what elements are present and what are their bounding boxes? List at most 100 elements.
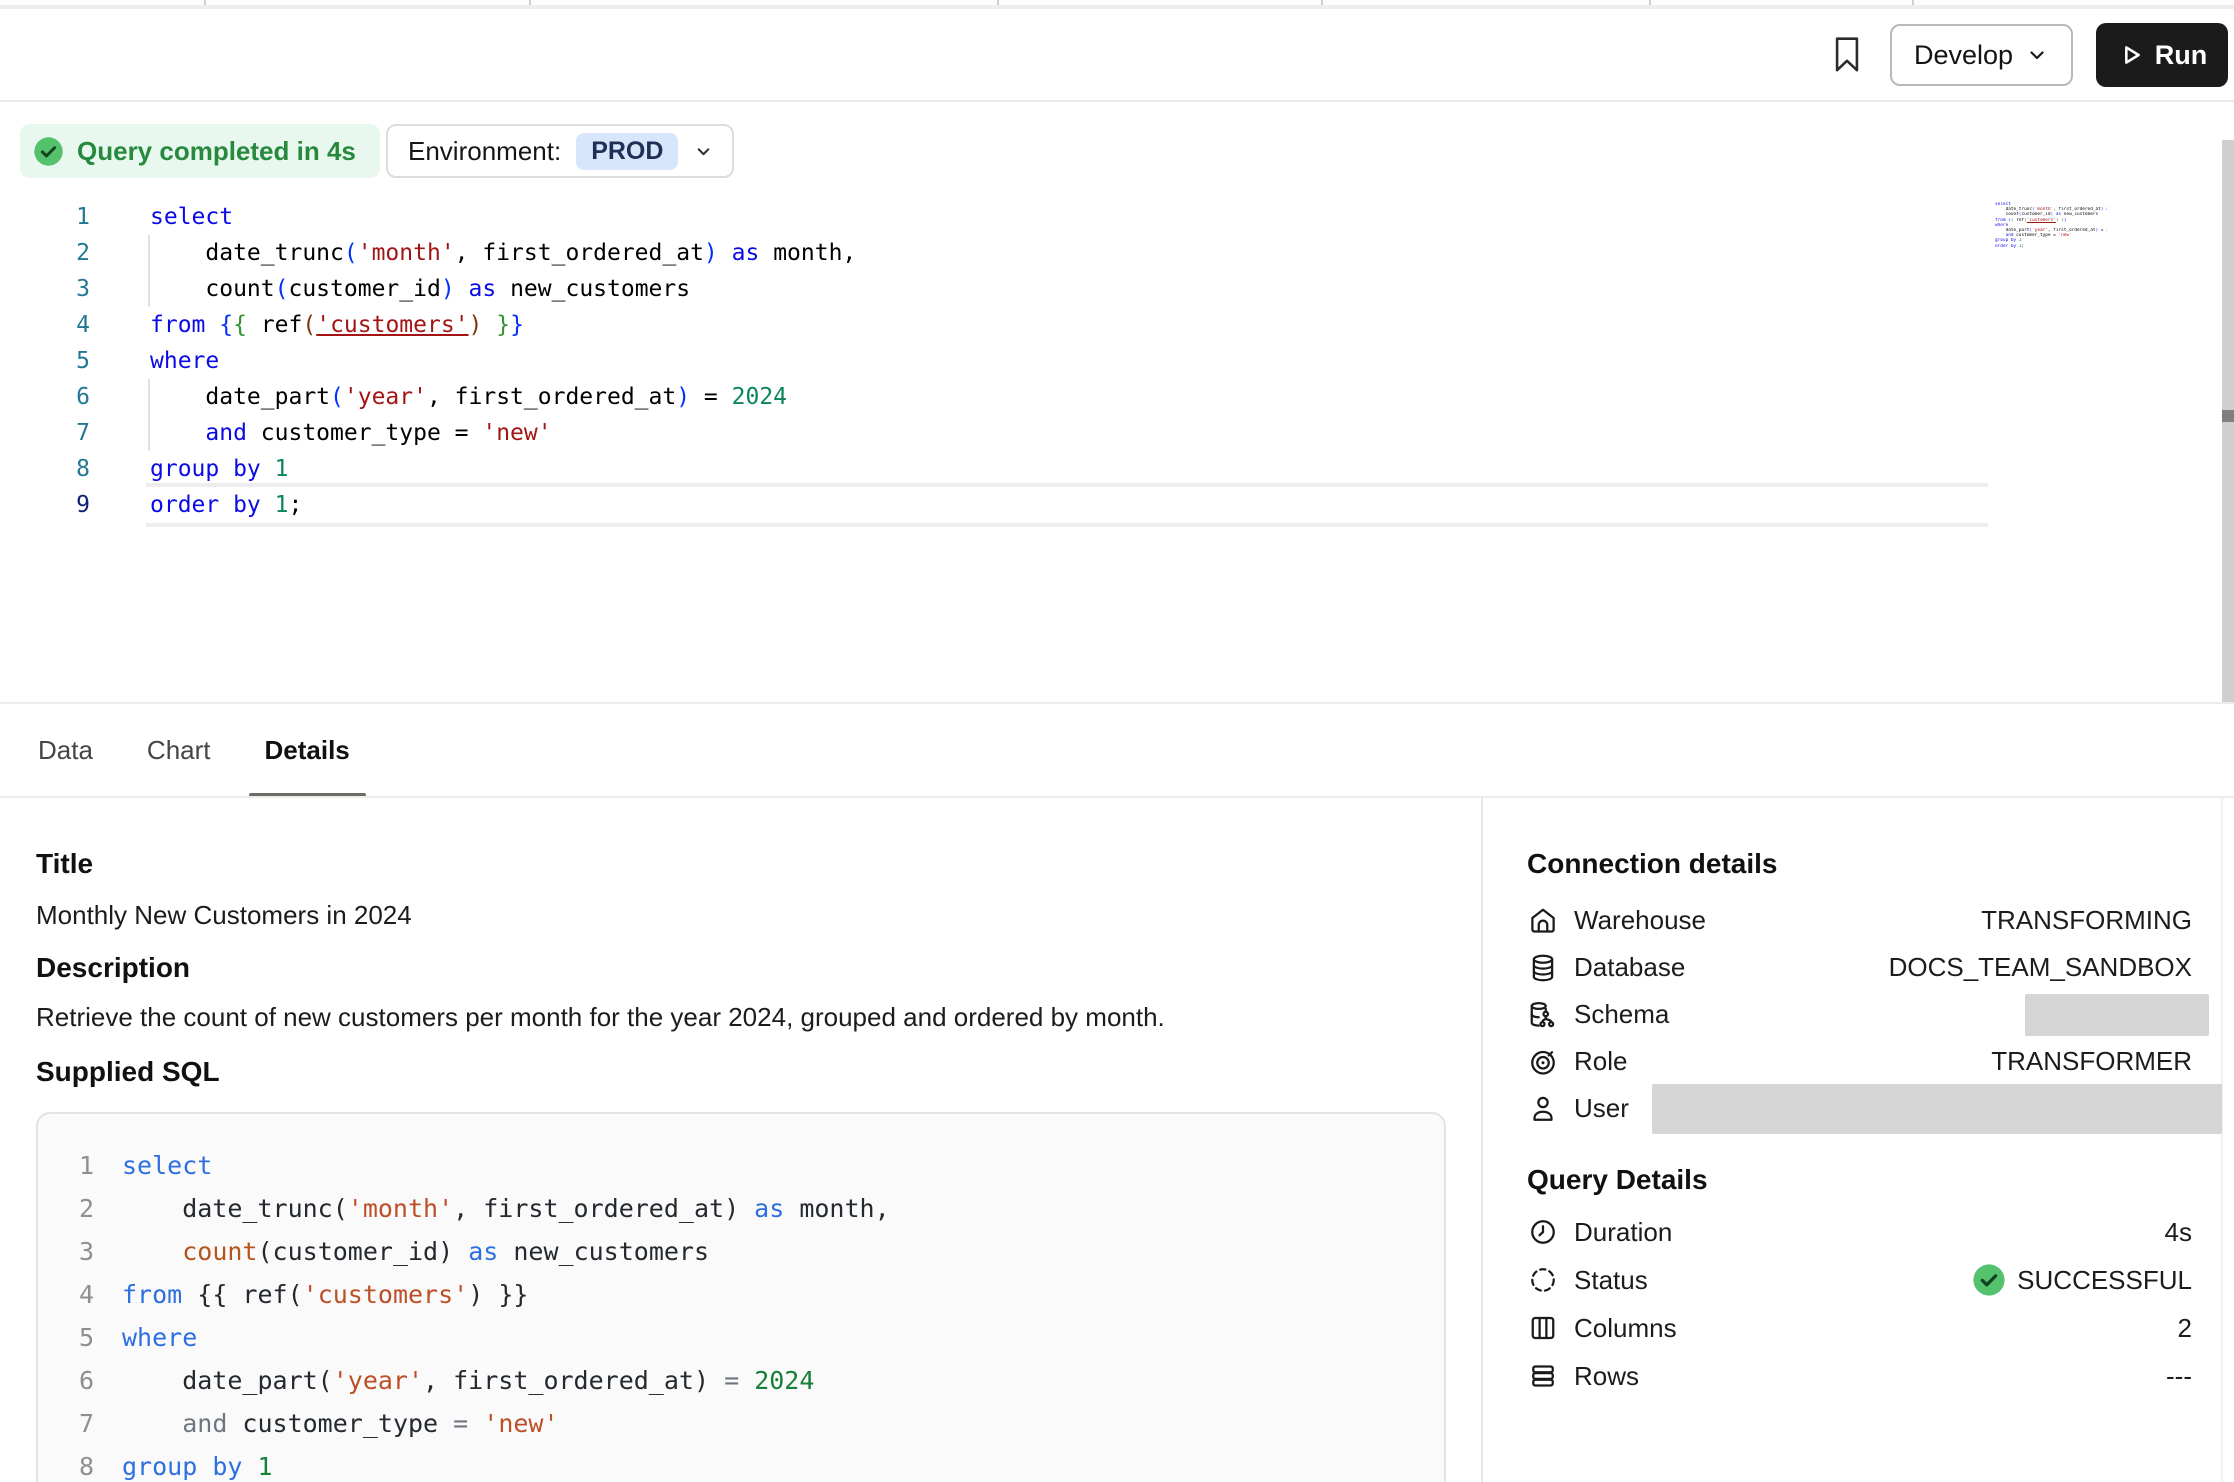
tab-data[interactable]: Data [36, 704, 95, 797]
editor-line[interactable]: 6 date_part('year', first_ordered_at) = … [0, 379, 856, 415]
sql-card-line: 4from {{ ref('customers') }} [62, 1273, 1444, 1316]
editor-code-text: count(customer_id) as new_customers [150, 271, 690, 307]
sql-card-code-text: date_trunc('month', first_ordered_at) as… [122, 1187, 890, 1230]
code-token [197, 1452, 212, 1481]
detail-label: Duration [1574, 1217, 1672, 1248]
code-token: count [150, 276, 275, 302]
editor-code-text: group by 1 [150, 451, 289, 487]
code-token: = [2098, 228, 2106, 233]
code-token: customer_type = [247, 420, 482, 446]
code-token: 'month' [348, 1194, 453, 1223]
code-token: , first_ordered_at [455, 240, 704, 266]
code-token: date_part [150, 384, 330, 410]
sql-card-lines: 1select2 date_trunc('month', first_order… [62, 1144, 1444, 1482]
connection-detail-row: User [1527, 1085, 2192, 1132]
detail-value: 2 [2178, 1313, 2192, 1344]
editor-line[interactable]: 9order by 1; [0, 487, 856, 523]
code-token: { [233, 312, 247, 338]
code-token: as [468, 1237, 498, 1266]
bookmark-icon[interactable] [1830, 33, 1864, 77]
sql-card-line-number: 2 [62, 1187, 94, 1230]
supplied-sql-card: 1select2 date_trunc('month', first_order… [36, 1112, 1446, 1482]
editor-line[interactable]: 2 date_trunc('month', first_ordered_at) … [0, 235, 856, 271]
schema-icon [1527, 999, 1559, 1031]
editor-scrollbar[interactable] [2222, 140, 2234, 702]
code-token: } [510, 312, 524, 338]
minimap-content: select date_trunc('month', first_ordered… [1995, 202, 2107, 249]
sql-card-code-text: from {{ ref('customers') }} [122, 1273, 528, 1316]
code-token: (customer_id) [257, 1237, 468, 1266]
database-icon [1527, 952, 1559, 984]
code-token [122, 1409, 182, 1438]
query-status-text: Query completed in 4s [77, 136, 356, 167]
code-token: 'year' [333, 1366, 423, 1395]
results-tabs: Data Chart Details [0, 704, 2234, 797]
code-token: , first_ordered_at [427, 384, 676, 410]
code-token: 1 [275, 492, 289, 518]
code-token: } [2064, 218, 2067, 223]
environment-dropdown[interactable]: Environment: PROD [386, 124, 734, 178]
editor-line-number: 2 [0, 235, 90, 271]
editor-line[interactable]: 5where [0, 343, 856, 379]
panel-divider [1481, 798, 1483, 1482]
connection-details-heading: Connection details [1527, 848, 1777, 880]
code-token: group by [150, 456, 261, 482]
code-token: ( [344, 240, 358, 266]
code-token: ; [2021, 244, 2024, 249]
editor-line[interactable]: 3 count(customer_id) as new_customers [0, 271, 856, 307]
detail-value: DOCS_TEAM_SANDBOX [1889, 952, 2192, 983]
code-token [261, 492, 275, 518]
code-token: = [453, 1409, 468, 1438]
code-token: where [122, 1323, 197, 1352]
connection-details-rows: WarehouseTRANSFORMINGDatabaseDOCS_TEAM_S… [1527, 897, 2192, 1132]
code-token: { [219, 312, 233, 338]
sql-card-code-text: where [122, 1316, 197, 1359]
code-token: 'month' [358, 240, 455, 266]
code-token: 'new' [482, 420, 551, 446]
code-token [468, 1409, 483, 1438]
code-token: ; [289, 492, 303, 518]
code-token: as [732, 240, 760, 266]
develop-label: Develop [1914, 40, 2013, 71]
sql-card-code-text: and customer_type = 'new' [122, 1402, 559, 1445]
detail-label: Columns [1574, 1313, 1677, 1344]
code-token: customer_id [288, 276, 440, 302]
environment-value-chip: PROD [576, 133, 678, 170]
sql-card-code-text: group by 1 [122, 1445, 273, 1482]
sql-card-line-number: 7 [62, 1402, 94, 1445]
develop-dropdown-button[interactable]: Develop [1890, 24, 2073, 86]
editor-code-text: date_part('year', first_ordered_at) = 20… [150, 379, 787, 415]
code-token: month, [759, 240, 856, 266]
editor-line[interactable]: 1select [0, 199, 856, 235]
tab-details[interactable]: Details [263, 704, 352, 797]
code-token: , first_ordered_at) [423, 1366, 724, 1395]
sql-card-line-number: 6 [62, 1359, 94, 1402]
scrollbar-thumb[interactable] [2222, 410, 2234, 422]
sql-card-line: 3 count(customer_id) as new_customers [62, 1230, 1444, 1273]
chevron-down-icon [693, 141, 714, 162]
editor-line[interactable]: 8group by 1 [0, 451, 856, 487]
code-token: from [122, 1280, 182, 1309]
editor-line-number: 9 [0, 487, 90, 523]
run-button[interactable]: Run [2096, 23, 2228, 87]
minimap[interactable]: select date_trunc('month', first_ordered… [1995, 202, 2107, 249]
code-token: select [150, 204, 233, 230]
code-token: 2024 [732, 384, 787, 410]
detail-label: Rows [1574, 1361, 1639, 1392]
tab-chart[interactable]: Chart [145, 704, 213, 797]
detail-label: Status [1574, 1265, 1648, 1296]
code-token: order by [1995, 244, 2016, 249]
editor-lines[interactable]: 1select2 date_trunc('month', first_order… [0, 199, 856, 523]
code-token: and [182, 1409, 227, 1438]
code-token: as [754, 1194, 784, 1223]
editor-line[interactable]: 4from {{ ref('customers') }} [0, 307, 856, 343]
code-token: 'year' [344, 384, 427, 410]
code-token: and [205, 420, 247, 446]
code-token: ) [469, 312, 483, 338]
code-token: 'customers' [316, 312, 468, 338]
query-details-rows: Duration4sStatusSUCCESSFULColumns2Rows--… [1527, 1208, 2192, 1400]
editor-line[interactable]: 7 and customer_type = 'new' [0, 415, 856, 451]
query-detail-row: Columns 2 [1527, 1304, 2192, 1352]
current-line-border-bottom [146, 523, 1988, 527]
rows-icon [1527, 1360, 1559, 1392]
